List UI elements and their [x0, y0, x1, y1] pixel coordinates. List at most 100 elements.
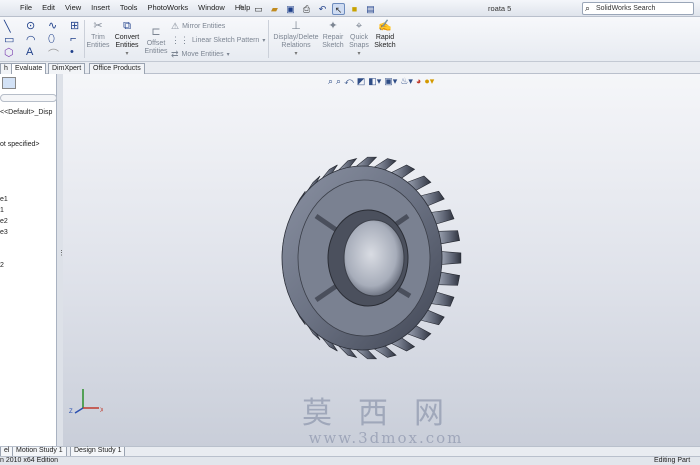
mirror-icon: ⚠ [171, 21, 180, 31]
relations-icon: ⊥ [291, 20, 301, 32]
tab-evaluate[interactable]: Evaluate [11, 63, 47, 74]
options-icon[interactable]: ▤ [364, 3, 377, 15]
menu-file[interactable]: File [20, 3, 32, 12]
quick-access-toolbar: ▭ ▰ ▣ ⎙ ↶ ↖ ■ ▤ [252, 2, 377, 15]
gear-tooth [438, 230, 461, 245]
pattern-icon: ⋮⋮ [171, 35, 189, 45]
snaps-icon: ⌖ [355, 20, 363, 32]
status-bar: n 2010 x64 Edition Editing Part [0, 456, 700, 465]
snaps-label-1: Quick [350, 34, 368, 41]
feature-manager-pane: <<Default>_Disp ot specified> e1 1 e2 e3… [0, 74, 57, 446]
linear-pattern-label: Linear Sketch Pattern [192, 37, 260, 44]
display-manager-icon[interactable] [2, 77, 16, 89]
menu-edit[interactable]: Edit [42, 3, 55, 12]
circle-icon[interactable]: ⊙ [26, 19, 35, 32]
menu-insert[interactable]: Insert [91, 3, 110, 12]
menu-tools[interactable]: Tools [120, 3, 138, 12]
menu-bar: File Edit View Insert Tools PhotoWorks W… [0, 0, 700, 17]
rectangle-icon[interactable]: ▭ [4, 33, 14, 46]
undo-icon[interactable]: ↶ [316, 3, 329, 15]
watermark-chinese: 莫西网 [302, 396, 470, 431]
repair-icon: ✦ [328, 20, 338, 32]
rebuild-icon[interactable]: ■ [348, 3, 361, 15]
trim-label-1: Trim [91, 34, 105, 41]
offset-label-1: Offset [146, 40, 166, 47]
print-icon[interactable]: ⎙ [300, 3, 313, 15]
move-icon: ⇄ [171, 49, 179, 59]
tree-item-feature-1[interactable]: e1 [0, 196, 8, 203]
gear-model[interactable] [268, 146, 468, 366]
convert-entities-button[interactable]: ⧉ Convert Entities ▾ [112, 20, 142, 58]
chevron-down-icon[interactable]: ▾ [347, 50, 371, 58]
spline-icon[interactable]: ∿ [48, 19, 57, 32]
tree-item-feature-5[interactable]: 2 [0, 262, 4, 269]
menu-view[interactable]: View [65, 3, 81, 12]
display-delete-relations-button[interactable]: ⊥ Display/Delete Relations ▾ [272, 20, 320, 58]
chevron-down-icon[interactable]: ▾ [272, 50, 320, 58]
chevron-down-icon[interactable]: ▾ [112, 50, 142, 58]
appearance-icon[interactable]: ◕ [416, 76, 421, 87]
chevron-down-icon[interactable]: ▾ [227, 51, 230, 58]
point-icon[interactable]: • [70, 46, 74, 58]
grid-icon[interactable]: ⊞ [70, 19, 79, 32]
select-icon[interactable]: ↖ [332, 2, 345, 15]
tree-item-feature-4[interactable]: e3 [0, 229, 8, 236]
save-icon[interactable]: ▣ [284, 3, 297, 15]
convert-label-1: Convert [114, 34, 140, 41]
construction-line-icon[interactable]: ⌒ [48, 46, 59, 62]
tree-item-display-state[interactable]: <<Default>_Disp [0, 109, 52, 116]
open-icon[interactable]: ▰ [268, 3, 281, 15]
rapid-sketch-button[interactable]: ✍ Rapid Sketch [372, 20, 398, 50]
new-document-icon[interactable]: ▭ [252, 3, 265, 15]
zoom-area-icon[interactable]: ⌕ [336, 76, 341, 87]
display-style-icon[interactable]: ▣▾ [384, 76, 397, 87]
scene-icon[interactable]: ●▾ [424, 76, 434, 87]
search-input[interactable]: ⌕ SolidWorks Search [582, 2, 694, 15]
previous-view-icon[interactable]: ⤺ [344, 76, 354, 87]
graphics-area[interactable]: ⌕ ⌕ ⤺ ◩ ◧▾ ▣▾ ♨▾ ◕ ●▾ Z X 莫西网 www.3dmox.… [63, 74, 700, 446]
section-view-icon[interactable]: ◩ [357, 76, 366, 87]
relations-label-2: Relations [281, 42, 311, 49]
zoom-fit-icon[interactable]: ⌕ [328, 76, 333, 87]
search-icon: ⌕ [585, 3, 591, 13]
rapid-label-1: Rapid [375, 34, 395, 41]
menu-photoworks[interactable]: PhotoWorks [147, 3, 188, 12]
tab-office-products[interactable]: Office Products [89, 63, 145, 74]
mirror-entities-button[interactable]: ⚠ Mirror Entities [171, 21, 225, 32]
svg-text:Z: Z [69, 409, 73, 415]
chevron-down-icon[interactable]: ▾ [262, 37, 265, 44]
offset-entities-button[interactable]: ⊏ Offset Entities [143, 26, 169, 56]
arc-icon[interactable]: ◠ [26, 33, 36, 46]
mirror-label: Mirror Entities [182, 23, 226, 30]
quick-snaps-button[interactable]: ⌖ Quick Snaps ▾ [347, 20, 371, 58]
offset-icon: ⊏ [151, 26, 161, 38]
ellipse-icon[interactable]: ⬯ [48, 33, 55, 46]
hide-show-icon[interactable]: ♨▾ [400, 76, 413, 87]
menu-window[interactable]: Window [198, 3, 225, 12]
text-icon[interactable]: A [26, 46, 33, 58]
gear-tooth [441, 251, 462, 265]
trim-label-2: Entities [86, 42, 110, 49]
move-entities-button[interactable]: ⇄ Move Entities ▾ [171, 49, 230, 60]
tree-item-material[interactable]: ot specified> [0, 141, 40, 148]
pin-icon[interactable]: ✎ [238, 3, 248, 13]
search-placeholder: SolidWorks Search [596, 5, 656, 12]
polygon-icon[interactable]: ⬡ [4, 46, 14, 59]
rapid-sketch-icon: ✍ [378, 20, 392, 32]
tree-item-feature-3[interactable]: e2 [0, 218, 8, 225]
view-orientation-icon[interactable]: ◧▾ [368, 76, 381, 87]
tab-dimxpert[interactable]: DimXpert [48, 63, 86, 74]
move-label: Move Entities [181, 51, 224, 58]
reference-triad: Z X [69, 389, 103, 415]
repair-sketch-button[interactable]: ✦ Repair Sketch [320, 20, 346, 50]
fillet-icon[interactable]: ⌐ [70, 33, 76, 45]
tree-item-feature-2[interactable]: 1 [0, 207, 4, 214]
snaps-label-2: Snaps [349, 42, 369, 49]
separator [268, 20, 269, 58]
bottom-tabs: el Motion Study 1 Design Study 1 [0, 446, 700, 457]
linear-pattern-button[interactable]: ⋮⋮ Linear Sketch Pattern ▾ [171, 35, 265, 46]
line-icon[interactable]: ╲ [4, 20, 11, 33]
filter-input[interactable] [0, 94, 57, 102]
trim-entities-button[interactable]: ✂ Trim Entities [86, 20, 110, 50]
relations-label-1: Display/Delete [273, 34, 319, 41]
